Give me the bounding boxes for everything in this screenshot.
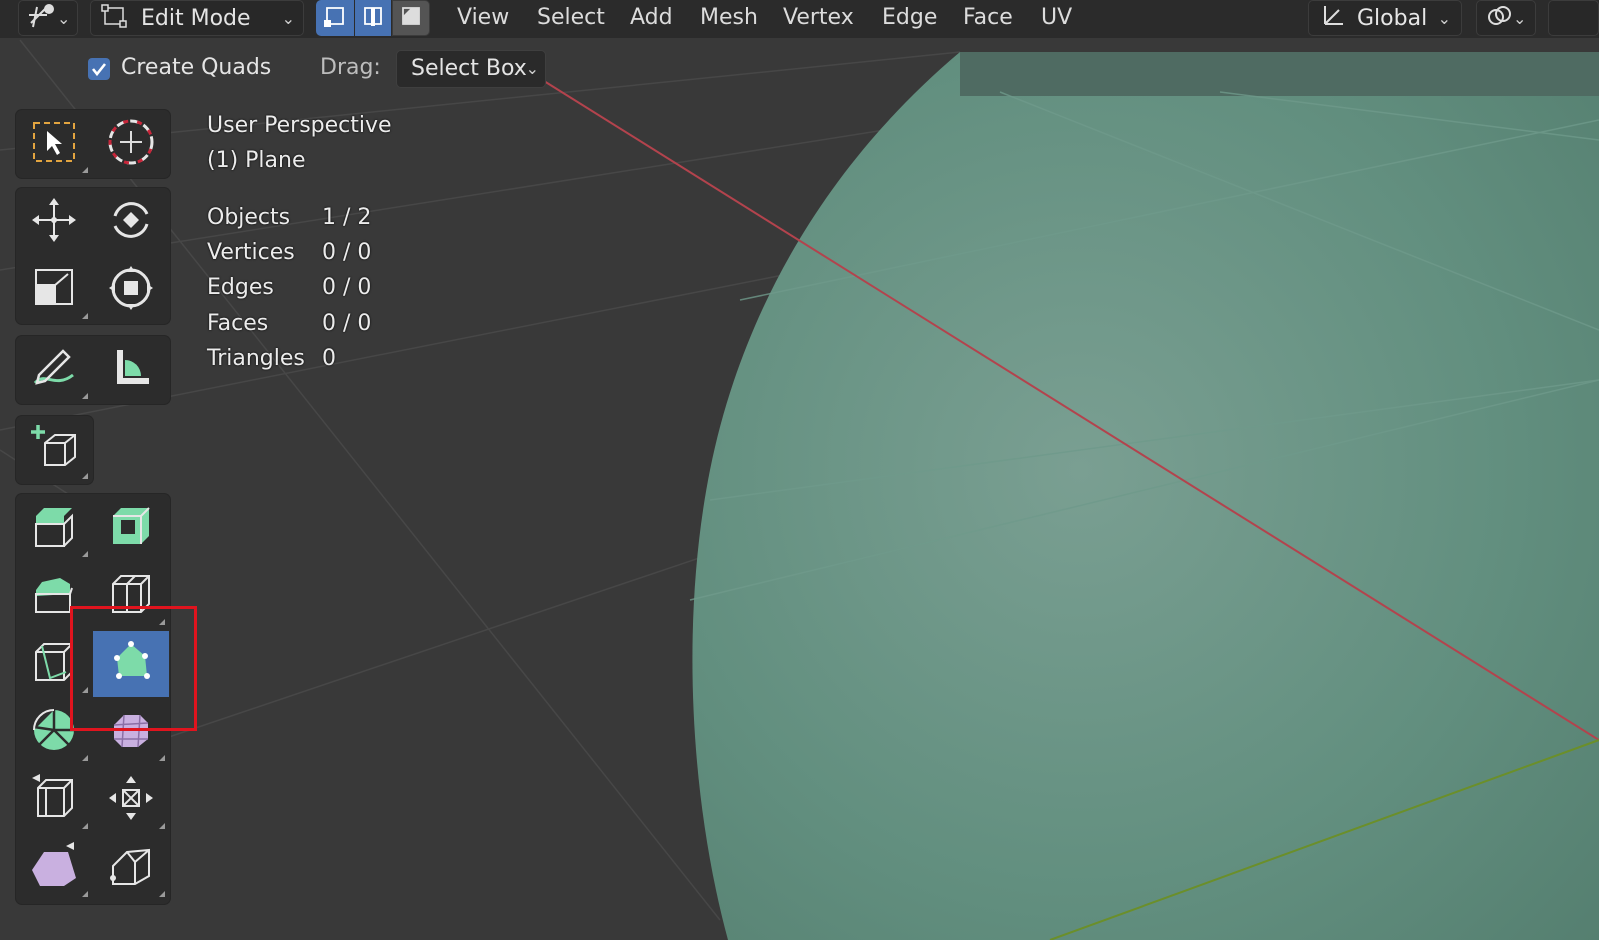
submenu-corner bbox=[82, 473, 88, 479]
submenu-corner bbox=[82, 891, 88, 897]
chevron-down-icon: ⌄ bbox=[525, 59, 539, 78]
submenu-corner bbox=[82, 167, 88, 173]
tool-rotate[interactable] bbox=[93, 189, 169, 255]
drag-dropdown[interactable]: Select Box ⌄ bbox=[396, 50, 546, 88]
tool-shear[interactable] bbox=[16, 835, 92, 901]
edge-select-icon bbox=[360, 3, 386, 33]
create-quads-checkbox[interactable] bbox=[88, 58, 110, 80]
vertex-select-button[interactable] bbox=[316, 0, 354, 36]
menu-add[interactable]: Add bbox=[620, 0, 683, 36]
editor-type-button[interactable]: ⌄ bbox=[18, 0, 78, 36]
tool-add-cube[interactable] bbox=[16, 417, 92, 483]
drag-value: Select Box bbox=[411, 56, 527, 81]
toolbar-group-annotate bbox=[16, 336, 170, 404]
stat-value: 1 / 2 bbox=[322, 205, 372, 230]
submenu-corner bbox=[82, 313, 88, 319]
extrude-region-icon bbox=[30, 502, 78, 554]
menu-uv[interactable]: UV bbox=[1031, 0, 1082, 36]
menu-vertex[interactable]: Vertex bbox=[773, 0, 864, 36]
tool-scale[interactable] bbox=[16, 257, 92, 323]
stat-value: 0 / 0 bbox=[322, 275, 372, 300]
tool-rip-region[interactable] bbox=[93, 835, 169, 901]
menu-select[interactable]: Select bbox=[527, 0, 615, 36]
stat-value: 0 bbox=[322, 346, 336, 371]
face-select-button[interactable] bbox=[392, 0, 430, 36]
toolbar-group-select bbox=[16, 110, 170, 178]
tool-shrink-fatten[interactable] bbox=[93, 767, 169, 833]
perspective-label: User Perspective bbox=[207, 113, 392, 138]
transform-icon bbox=[107, 264, 155, 316]
rip-region-icon bbox=[107, 842, 155, 894]
stat-label: Triangles bbox=[207, 346, 305, 371]
tool-inset-faces[interactable] bbox=[93, 495, 169, 561]
transform-orientation-dropdown[interactable]: Global ⌄ bbox=[1308, 0, 1462, 36]
stat-value: 0 / 0 bbox=[322, 311, 372, 336]
tool-measure[interactable] bbox=[93, 337, 169, 403]
highlight-box bbox=[70, 606, 197, 731]
measure-icon bbox=[107, 344, 155, 396]
tool-transform[interactable] bbox=[93, 257, 169, 323]
scale-icon bbox=[32, 266, 76, 314]
tool-annotate[interactable] bbox=[16, 337, 92, 403]
viewport-header: ⌄ Edit Mode ⌄ View Select Add Mesh Verte… bbox=[0, 0, 1599, 38]
orientation-axes-icon bbox=[1319, 2, 1347, 34]
3d-viewport[interactable] bbox=[0, 0, 1599, 940]
chevron-down-icon: ⌄ bbox=[57, 8, 71, 28]
submenu-corner bbox=[159, 823, 165, 829]
menu-view[interactable]: View bbox=[447, 0, 519, 36]
mode-selector[interactable]: Edit Mode ⌄ bbox=[90, 0, 304, 36]
transform-cursor-icon bbox=[27, 3, 57, 33]
annotate-icon bbox=[29, 345, 79, 395]
inset-faces-icon bbox=[107, 502, 155, 554]
create-quads-label[interactable]: Create Quads bbox=[121, 55, 271, 80]
submenu-corner bbox=[82, 823, 88, 829]
move-icon bbox=[30, 196, 78, 248]
shear-icon bbox=[28, 842, 80, 894]
cursor-icon bbox=[106, 117, 156, 171]
snap-link-icon bbox=[1485, 2, 1513, 34]
drag-label: Drag: bbox=[320, 55, 381, 80]
submenu-corner bbox=[82, 755, 88, 761]
edge-slide-icon bbox=[30, 774, 78, 826]
toolbar-group-add bbox=[16, 416, 93, 484]
submenu-corner bbox=[159, 755, 165, 761]
mode-label: Edit Mode bbox=[141, 5, 251, 31]
tool-cursor[interactable] bbox=[93, 111, 169, 177]
stat-label: Faces bbox=[207, 311, 269, 336]
submenu-corner bbox=[82, 551, 88, 557]
select-box-icon bbox=[31, 119, 77, 169]
pivot-point-dropdown[interactable]: ⌄ bbox=[1476, 0, 1536, 36]
edge-select-button[interactable] bbox=[355, 0, 391, 36]
chevron-down-icon: ⌄ bbox=[1513, 8, 1527, 28]
rotate-icon bbox=[107, 196, 155, 248]
overflow-button[interactable] bbox=[1548, 0, 1599, 36]
stat-label: Vertices bbox=[207, 240, 295, 265]
active-object-label: (1) Plane bbox=[207, 148, 306, 173]
tool-move[interactable] bbox=[16, 189, 92, 255]
viewport-scene bbox=[0, 39, 1599, 940]
tool-extrude-region[interactable] bbox=[16, 495, 92, 561]
tool-settings-bar: Create Quads Drag: Select Box ⌄ bbox=[0, 46, 600, 88]
vertex-select-icon bbox=[322, 3, 348, 33]
submenu-corner bbox=[82, 393, 88, 399]
chevron-down-icon: ⌄ bbox=[1437, 8, 1451, 28]
edit-mode-icon bbox=[101, 3, 129, 33]
face-select-icon bbox=[398, 3, 424, 33]
stat-label: Objects bbox=[207, 205, 291, 230]
menu-mesh[interactable]: Mesh bbox=[690, 0, 768, 36]
toolbar-group-transform bbox=[16, 188, 170, 324]
tool-select-box[interactable] bbox=[16, 111, 92, 177]
checkmark-icon bbox=[91, 63, 107, 77]
tool-edge-slide[interactable] bbox=[16, 767, 92, 833]
shrink-fatten-icon bbox=[107, 774, 155, 826]
menu-edge[interactable]: Edge bbox=[872, 0, 947, 36]
stat-label: Edges bbox=[207, 275, 274, 300]
orientation-label: Global bbox=[1357, 5, 1428, 31]
submenu-corner bbox=[159, 891, 165, 897]
chevron-down-icon: ⌄ bbox=[281, 8, 295, 28]
add-cube-icon bbox=[29, 423, 79, 477]
menu-face[interactable]: Face bbox=[953, 0, 1023, 36]
stat-value: 0 / 0 bbox=[322, 240, 372, 265]
